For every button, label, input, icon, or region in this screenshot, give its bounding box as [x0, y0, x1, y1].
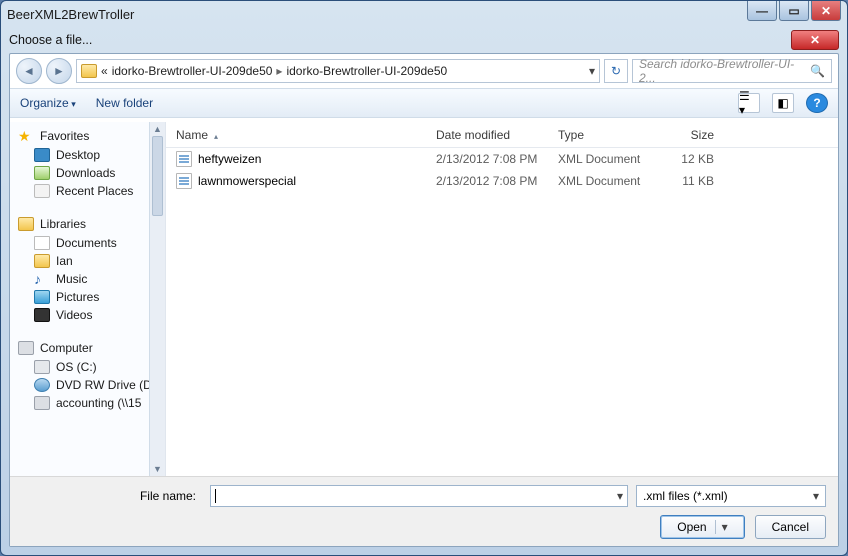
refresh-button[interactable]: ↻: [604, 59, 628, 83]
filename-input[interactable]: ▾: [210, 485, 628, 507]
back-button[interactable]: ◄: [16, 58, 42, 84]
dialog-titlebar[interactable]: Choose a file... ✕: [9, 29, 839, 51]
file-list: Name▴ Date modified Type Size heftyweize…: [165, 122, 838, 476]
filter-label: .xml files (*.xml): [643, 489, 728, 503]
nav-group-computer[interactable]: Computer: [10, 338, 165, 358]
help-button[interactable]: ?: [806, 93, 828, 113]
nav-group-favorites[interactable]: ★Favorites: [10, 126, 165, 146]
filetype-filter[interactable]: .xml files (*.xml) ▾: [636, 485, 826, 507]
breadcrumb-segment[interactable]: idorko-Brewtroller-UI-209de50: [112, 64, 273, 78]
scroll-thumb[interactable]: [152, 136, 163, 216]
nav-item[interactable]: Recent Places: [10, 182, 165, 200]
nav-item[interactable]: Downloads: [10, 164, 165, 182]
folder-icon: [81, 64, 97, 78]
nav-item[interactable]: DVD RW Drive (D: [10, 376, 165, 394]
nav-item[interactable]: ♪Music: [10, 270, 165, 288]
nav-item[interactable]: Documents: [10, 234, 165, 252]
column-type[interactable]: Type: [548, 128, 664, 142]
new-folder-button[interactable]: New folder: [96, 96, 153, 110]
filename-dropdown[interactable]: ▾: [617, 489, 623, 503]
organize-menu[interactable]: Organize: [20, 96, 76, 110]
sort-indicator-icon: ▴: [214, 132, 218, 141]
address-row: ◄ ► « idorko-Brewtroller-UI-209de50 ▸ id…: [10, 54, 838, 88]
search-placeholder: Search idorko-Brewtroller-UI-2...: [639, 57, 810, 85]
search-icon: 🔍: [810, 64, 825, 78]
nav-group-libraries[interactable]: Libraries: [10, 214, 165, 234]
nav-item[interactable]: Pictures: [10, 288, 165, 306]
file-row[interactable]: lawnmowerspecial 2/13/2012 7:08 PM XML D…: [166, 170, 838, 192]
filter-dropdown-icon: ▾: [813, 489, 819, 503]
dialog-close-button[interactable]: ✕: [791, 30, 839, 50]
titlebar[interactable]: BeerXML2BrewTroller — ▭ ✕: [1, 1, 847, 27]
open-button[interactable]: Open ▾: [660, 515, 744, 539]
open-split-dropdown[interactable]: ▾: [715, 520, 728, 534]
dialog-footer: File name: ▾ .xml files (*.xml) ▾ Open ▾…: [10, 476, 838, 546]
preview-pane-button[interactable]: ◧: [772, 93, 794, 113]
view-menu[interactable]: ☰ ▾: [738, 93, 760, 113]
xml-file-icon: [176, 173, 192, 189]
toolbar: Organize New folder ☰ ▾ ◧ ?: [10, 88, 838, 118]
app-title: BeerXML2BrewTroller: [7, 7, 841, 22]
column-date[interactable]: Date modified: [426, 128, 548, 142]
nav-item[interactable]: OS (C:): [10, 358, 165, 376]
navigation-pane: ★FavoritesDesktopDownloadsRecent Places L…: [10, 122, 165, 476]
forward-button[interactable]: ►: [46, 58, 72, 84]
search-input[interactable]: Search idorko-Brewtroller-UI-2... 🔍: [632, 59, 832, 83]
filename-label: File name:: [22, 489, 202, 503]
nav-item[interactable]: Ian: [10, 252, 165, 270]
app-window: BeerXML2BrewTroller — ▭ ✕ Choose a file.…: [0, 0, 848, 556]
file-dialog: ◄ ► « idorko-Brewtroller-UI-209de50 ▸ id…: [9, 53, 839, 547]
xml-file-icon: [176, 151, 192, 167]
column-size[interactable]: Size: [664, 128, 724, 142]
breadcrumb-segment[interactable]: idorko-Brewtroller-UI-209de50: [286, 64, 447, 78]
close-button[interactable]: ✕: [811, 1, 841, 21]
file-row[interactable]: heftyweizen 2/13/2012 7:08 PM XML Docume…: [166, 148, 838, 170]
column-name[interactable]: Name▴: [166, 128, 426, 142]
breadcrumb-overflow[interactable]: «: [101, 64, 108, 78]
maximize-button[interactable]: ▭: [779, 1, 809, 21]
nav-scrollbar[interactable]: ▲ ▼: [149, 122, 165, 476]
dialog-title: Choose a file...: [9, 33, 92, 47]
chevron-right-icon: ▸: [276, 64, 282, 78]
breadcrumb[interactable]: « idorko-Brewtroller-UI-209de50 ▸ idorko…: [76, 59, 600, 83]
cancel-button[interactable]: Cancel: [755, 515, 826, 539]
breadcrumb-dropdown[interactable]: ▾: [589, 64, 595, 78]
nav-item[interactable]: accounting (\\15: [10, 394, 165, 412]
nav-item[interactable]: Videos: [10, 306, 165, 324]
text-caret: [215, 489, 216, 503]
column-headers: Name▴ Date modified Type Size: [166, 122, 838, 148]
scroll-up-icon[interactable]: ▲: [150, 122, 165, 136]
minimize-button[interactable]: —: [747, 1, 777, 21]
scroll-down-icon[interactable]: ▼: [150, 462, 165, 476]
nav-item[interactable]: Desktop: [10, 146, 165, 164]
